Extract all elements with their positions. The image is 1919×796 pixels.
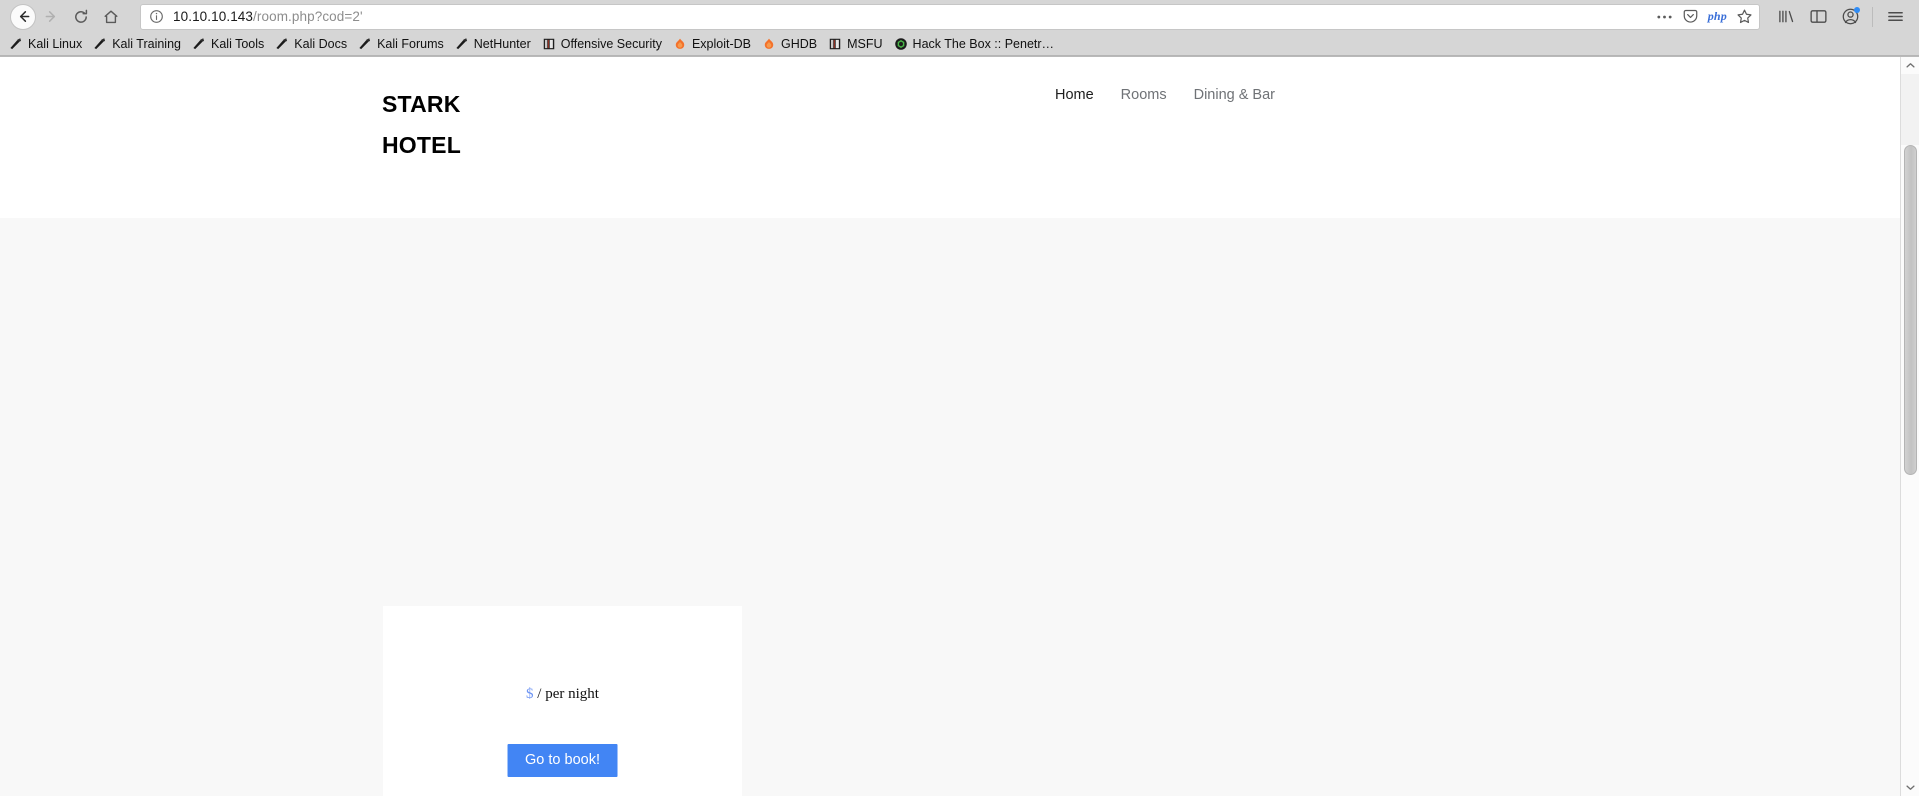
address-bar[interactable]: 10.10.10.143/room.php?cod=2' php — [140, 3, 1760, 30]
browser-chrome: 10.10.10.143/room.php?cod=2' php Kali Li… — [0, 0, 1919, 57]
bookmark-label: Kali Forums — [377, 37, 444, 51]
urlbar-container: 10.10.10.143/room.php?cod=2' php — [140, 3, 1760, 30]
nav-item-dining-and-bar[interactable]: Dining & Bar — [1194, 87, 1275, 103]
room-card: $ / per night Go to book! — [383, 606, 742, 796]
reload-button[interactable] — [66, 3, 96, 31]
sidebar-button[interactable] — [1802, 3, 1834, 31]
room-price-value: $ — [526, 686, 534, 702]
bookmark-item[interactable]: Offensive Security — [537, 34, 668, 55]
bookmark-label: Kali Docs — [294, 37, 348, 51]
kali-dragon-icon — [357, 36, 373, 52]
offsec-book-icon — [541, 36, 557, 52]
bookmark-label: Exploit-DB — [691, 37, 751, 51]
page-actions-ellipsis-icon[interactable] — [1656, 14, 1673, 20]
offsec-book-icon — [827, 36, 843, 52]
pocket-icon[interactable] — [1682, 8, 1699, 25]
chevron-down-icon — [1905, 785, 1915, 790]
bookmark-item[interactable]: Exploit-DB — [668, 34, 757, 55]
room-price-unit: / per night — [537, 686, 599, 702]
site-logo[interactable]: STARK HOTEL — [382, 84, 562, 166]
info-circle-icon[interactable] — [149, 9, 165, 25]
kali-dragon-icon — [191, 36, 207, 52]
bookmark-label: GHDB — [781, 37, 818, 51]
bookmark-item[interactable]: NetHunter — [450, 34, 537, 55]
offsec-book-icon — [829, 38, 841, 50]
back-button[interactable] — [10, 3, 36, 30]
room-price: $ / per night — [383, 686, 742, 703]
page-viewport: STARK HOTEL Home Rooms Dining & Bar $ / … — [0, 57, 1919, 796]
hamburger-menu-icon — [1887, 11, 1903, 22]
scrollbar-thumb[interactable] — [1904, 145, 1917, 475]
bookmark-label: MSFU — [847, 37, 883, 51]
kali-dragon-icon — [8, 36, 24, 52]
nav-item-home[interactable]: Home — [1055, 87, 1094, 103]
nav-item-rooms[interactable]: Rooms — [1121, 87, 1167, 103]
kali-dragon-icon — [94, 38, 106, 50]
url-text: 10.10.10.143/room.php?cod=2' — [173, 9, 1646, 25]
page-content: STARK HOTEL Home Rooms Dining & Bar $ / … — [0, 57, 1900, 796]
bookmark-item[interactable]: Kali Forums — [353, 34, 450, 55]
urlbar-actions: php — [1646, 8, 1753, 25]
forward-arrow-icon — [45, 11, 55, 22]
site-logo-line-2: HOTEL — [382, 132, 461, 158]
scrollbar-track-top[interactable] — [1901, 74, 1919, 145]
bookmark-label: Kali Tools — [211, 37, 265, 51]
url-path: /room.php?cod=2' — [253, 8, 363, 24]
exploitdb-flame-icon — [764, 38, 774, 49]
bookmark-item[interactable]: Hack The Box :: Penetr… — [889, 34, 1061, 55]
bookmark-item[interactable]: Kali Docs — [270, 34, 353, 55]
browser-navigation-toolbar: 10.10.10.143/room.php?cod=2' php — [0, 0, 1919, 33]
bookmark-label: Kali Linux — [28, 37, 83, 51]
site-header: STARK HOTEL Home Rooms Dining & Bar — [0, 57, 1900, 218]
chevron-up-icon — [1905, 63, 1915, 68]
home-button[interactable] — [96, 3, 126, 31]
menu-button[interactable] — [1879, 3, 1911, 31]
offsec-book-icon — [543, 38, 554, 50]
kali-dragon-icon — [274, 36, 290, 52]
go-to-book-button[interactable]: Go to book! — [507, 744, 618, 777]
php-badge[interactable]: php — [1708, 9, 1727, 24]
sidebar-icon — [1809, 10, 1827, 23]
bookmark-label: Kali Training — [112, 37, 181, 51]
bookmark-item[interactable]: Kali Linux — [4, 34, 88, 55]
exploitdb-flame-icon — [761, 36, 777, 52]
library-button[interactable] — [1770, 3, 1802, 31]
htb-hex-icon — [893, 36, 909, 52]
account-button[interactable] — [1834, 3, 1866, 31]
bookmark-label: Offensive Security — [560, 37, 662, 51]
exploitdb-flame-icon — [675, 38, 685, 49]
library-icon — [1778, 10, 1793, 23]
bookmark-label: Hack The Box :: Penetr… — [912, 37, 1055, 51]
kali-dragon-icon — [10, 38, 22, 50]
home-icon — [104, 10, 118, 23]
url-host: 10.10.10.143 — [173, 8, 254, 24]
scrollbar-down-arrow[interactable] — [1901, 779, 1919, 796]
browser-toolbar-right — [1770, 3, 1913, 31]
toolbar-divider — [1872, 6, 1873, 27]
bookmarks-bar: Kali Linux Kali Training Kali Tools Kali Do… — [0, 33, 1919, 56]
scrollbar-up-arrow[interactable] — [1901, 57, 1919, 74]
bookmark-item[interactable]: Kali Tools — [187, 34, 270, 55]
forward-button[interactable] — [36, 3, 66, 31]
bookmark-item[interactable]: Kali Training — [88, 34, 187, 55]
reload-icon — [75, 9, 88, 23]
exploitdb-flame-icon — [672, 36, 688, 52]
htb-hex-icon — [894, 38, 907, 50]
kali-dragon-icon — [359, 38, 371, 50]
bookmark-label: NetHunter — [473, 37, 531, 51]
site-navigation: Home Rooms Dining & Bar — [1055, 87, 1275, 103]
bookmark-star-icon[interactable] — [1736, 8, 1753, 25]
kali-dragon-icon — [454, 36, 470, 52]
kali-dragon-icon — [92, 36, 108, 52]
back-arrow-icon — [19, 11, 29, 22]
kali-dragon-icon — [456, 38, 467, 50]
bookmark-item[interactable]: MSFU — [823, 34, 888, 55]
account-notification-dot — [1854, 6, 1860, 13]
kali-dragon-icon — [276, 38, 288, 50]
content-area: $ / per night Go to book! — [0, 218, 1900, 796]
bookmark-item[interactable]: GHDB — [757, 34, 823, 55]
kali-dragon-icon — [193, 38, 205, 50]
page-scrollbar[interactable] — [1900, 57, 1919, 796]
site-logo-line-1: STARK — [382, 91, 461, 117]
